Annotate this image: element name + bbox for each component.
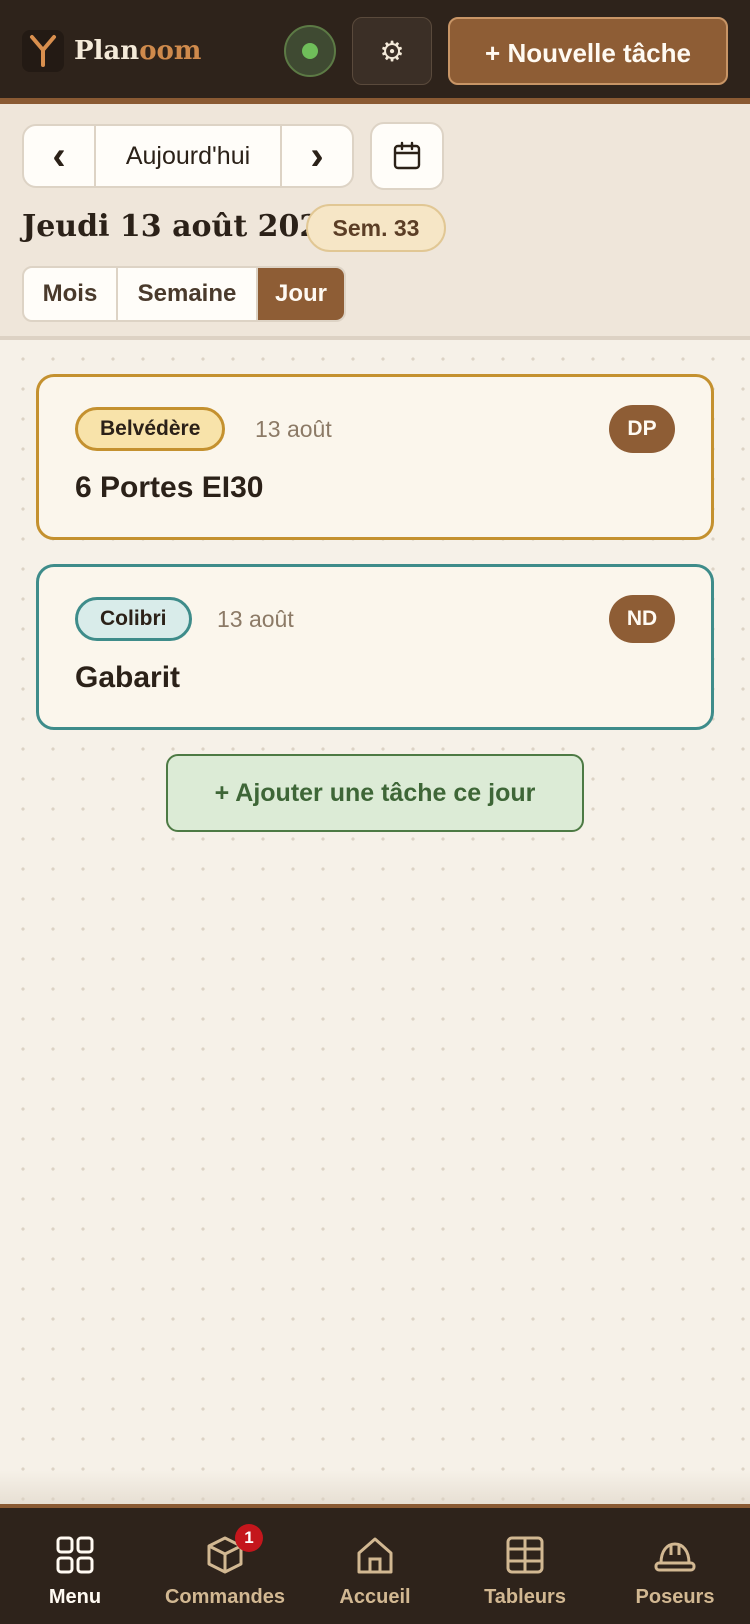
- nav-label: Commandes: [164, 1586, 286, 1608]
- nav-tableurs[interactable]: Tableurs: [450, 1508, 600, 1624]
- nav-commandes[interactable]: 1 Commandes: [150, 1508, 300, 1624]
- nav-label: Accueil: [339, 1586, 411, 1608]
- view-day-tab[interactable]: Jour: [258, 268, 344, 320]
- add-task-this-day-button[interactable]: + Ajouter une tâche ce jour: [166, 754, 584, 832]
- calendar-icon: [393, 141, 421, 170]
- next-day-button[interactable]: ›: [282, 126, 352, 186]
- home-icon: [354, 1534, 396, 1576]
- calendar-header: ‹ Aujourd'hui › Jeudi 13 août 2026 Sem. …: [0, 104, 750, 340]
- bottom-navigation: Menu 1 Commandes Accueil Tableurs Poseur…: [0, 1504, 750, 1624]
- task-date: 13 août: [255, 416, 332, 442]
- status-online-dot-icon: [302, 43, 318, 59]
- grid-icon: [54, 1534, 96, 1576]
- date-navigation: ‹ Aujourd'hui ›: [22, 124, 354, 188]
- settings-button[interactable]: ⚙: [352, 17, 432, 85]
- assignee-avatar: DP: [609, 405, 675, 453]
- table-icon: [504, 1534, 546, 1576]
- nav-accueil[interactable]: Accueil: [300, 1508, 450, 1624]
- calendar-picker-button[interactable]: [370, 122, 444, 190]
- task-card[interactable]: Belvédère 13 août DP 6 Portes EI30: [36, 374, 714, 540]
- hard-hat-icon: [654, 1534, 696, 1576]
- task-date: 13 août: [217, 606, 294, 632]
- view-month-tab[interactable]: Mois: [24, 268, 118, 320]
- nav-label: Menu: [48, 1586, 102, 1608]
- task-card[interactable]: Colibri 13 août ND Gabarit: [36, 564, 714, 730]
- nav-menu[interactable]: Menu: [0, 1508, 150, 1624]
- y-fork-logo-icon: [22, 30, 64, 72]
- bottom-nav-shadow: [0, 1470, 750, 1506]
- assignee-avatar: ND: [609, 595, 675, 643]
- new-task-button[interactable]: + Nouvelle tâche: [448, 17, 728, 85]
- view-week-tab[interactable]: Semaine: [118, 268, 258, 320]
- nav-label: Poseurs: [635, 1586, 715, 1608]
- task-title: Gabarit: [75, 661, 181, 694]
- project-tag: Belvédère: [75, 407, 226, 451]
- week-number-badge: Sem. 33: [306, 204, 446, 252]
- project-tag: Colibri: [75, 597, 192, 641]
- logo-part-1: Plan: [74, 36, 140, 66]
- notification-badge: 1: [235, 1524, 263, 1552]
- top-bar: Planoom ⚙ + Nouvelle tâche: [0, 0, 750, 104]
- gear-icon: ⚙: [379, 35, 405, 67]
- nav-poseurs[interactable]: Poseurs: [600, 1508, 750, 1624]
- prev-day-button[interactable]: ‹: [24, 126, 94, 186]
- nav-label: Tableurs: [484, 1586, 566, 1608]
- connection-status-indicator[interactable]: [284, 25, 336, 77]
- current-date-title: Jeudi 13 août 2026: [22, 209, 342, 244]
- task-title: 6 Portes EI30: [75, 471, 264, 504]
- logo-part-2: oom: [139, 36, 202, 66]
- view-switcher: Mois Semaine Jour: [22, 266, 346, 322]
- day-content-area: Belvédère 13 août DP 6 Portes EI30 Colib…: [0, 340, 750, 1505]
- today-button[interactable]: Aujourd'hui: [94, 126, 282, 186]
- app-logo-text: Planoom: [74, 30, 201, 72]
